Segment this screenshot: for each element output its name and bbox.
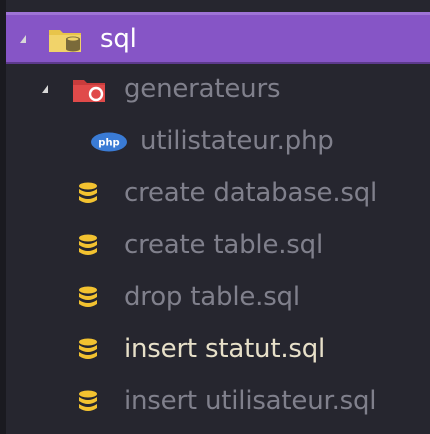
tree-item-generateurs-folder[interactable]: generateurs [6, 64, 430, 116]
database-file-icon [79, 286, 97, 307]
database-file-icon [79, 234, 97, 255]
tree-item-sql-file[interactable]: create table.sql [6, 220, 430, 272]
tree-item-label: utilistateur.php [140, 126, 334, 156]
php-file-icon: php [91, 132, 127, 152]
tree-item-sql-file-active[interactable]: insert statut.sql [6, 324, 430, 376]
tree-item-label: create table.sql [124, 230, 323, 260]
database-file-icon [79, 338, 97, 359]
tree-item-label: create database.sql [124, 178, 378, 208]
tree-item-sql-file[interactable]: create database.sql [6, 168, 430, 220]
folder-database-icon [49, 30, 81, 52]
expand-arrow-icon[interactable] [20, 35, 26, 43]
expand-arrow-icon[interactable] [42, 85, 48, 93]
tree-item-label: drop table.sql [124, 282, 300, 312]
tree-item-label: insert utilisateur.sql [124, 386, 377, 416]
database-file-icon [79, 182, 97, 203]
file-explorer-tree: sql generateurs php utilistateur.php cre… [0, 0, 430, 434]
tree-item-php-file[interactable]: php utilistateur.php [6, 116, 430, 168]
tree-item-sql-folder[interactable]: sql [6, 12, 430, 64]
tree-item-sql-file[interactable]: insert utilisateur.sql [6, 376, 430, 428]
php-badge-text: php [98, 138, 119, 149]
tree-item-label: generateurs [124, 74, 281, 104]
database-file-icon [79, 390, 97, 411]
tree-item-label: sql [100, 24, 137, 54]
tree-item-label: insert statut.sql [124, 334, 326, 364]
folder-generators-icon [73, 80, 105, 102]
tree-item-sql-file[interactable]: drop table.sql [6, 272, 430, 324]
